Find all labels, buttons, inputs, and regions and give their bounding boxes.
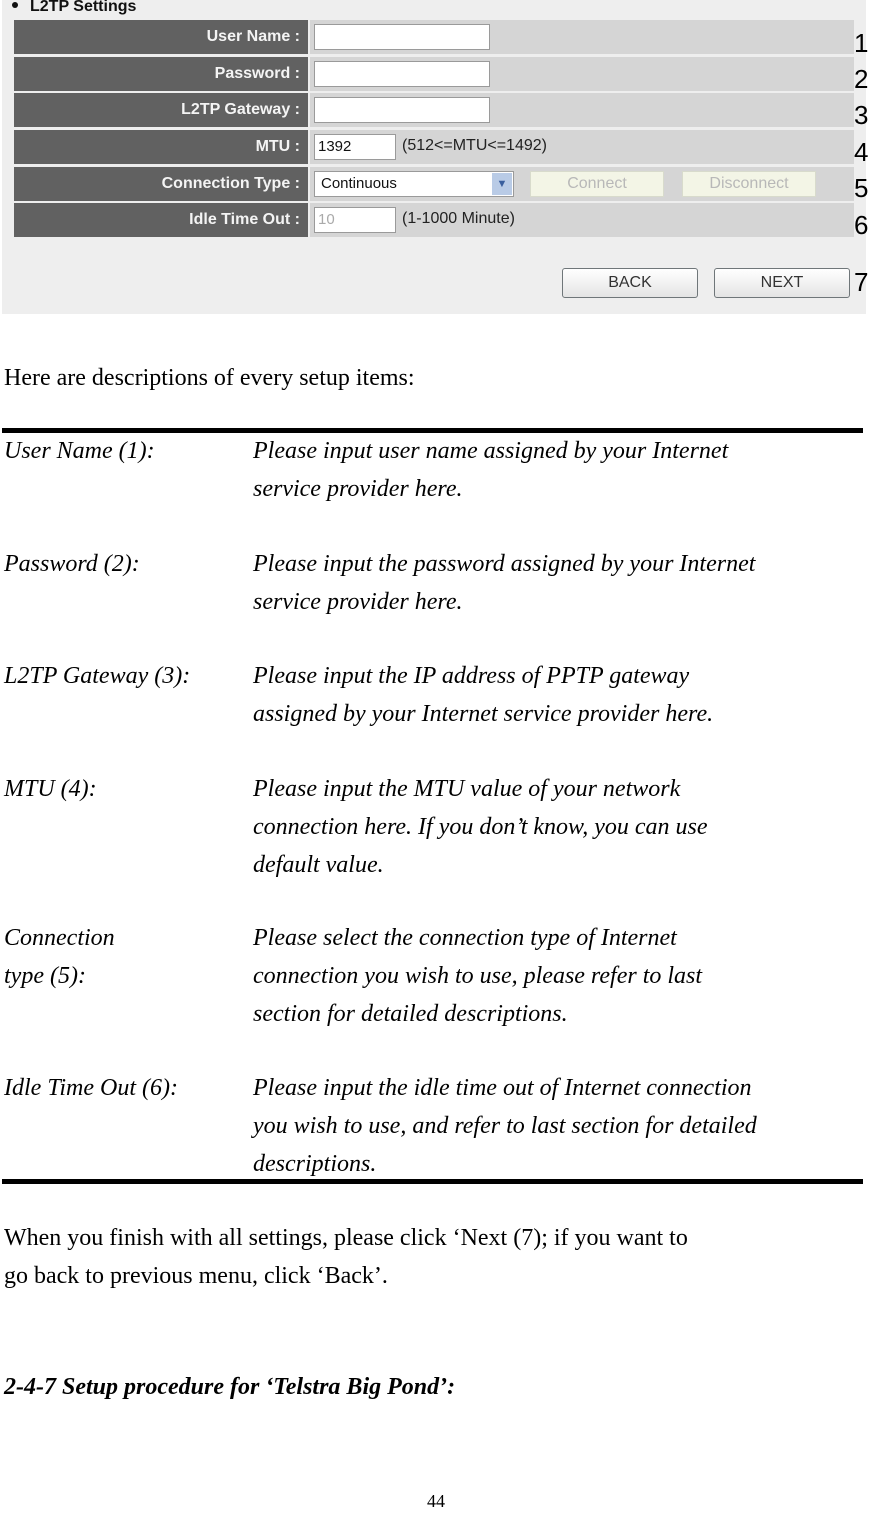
description-term: type (5):	[4, 963, 86, 989]
description-line: Please input the idle time out of Intern…	[253, 1075, 752, 1101]
description-line: assigned by your Internet service provid…	[253, 701, 714, 727]
closing-line: go back to previous menu, click ‘Back’.	[4, 1263, 388, 1289]
description-term: User Name (1):	[4, 438, 155, 464]
idle-time-out-input[interactable]: 10	[314, 207, 396, 233]
description-line: descriptions.	[253, 1151, 377, 1177]
description-line: Please select the connection type of Int…	[253, 925, 677, 951]
description-line: you wish to use, and refer to last secti…	[253, 1113, 757, 1139]
password-input[interactable]	[314, 61, 490, 87]
closing-text: When you finish with all settings, pleas…	[4, 1219, 688, 1295]
description-term: Password (2):	[4, 551, 140, 577]
description-line: connection here. If you don’t know, you …	[253, 814, 708, 840]
row-connection-type: Connection Type : Continuous ▼ Connect D…	[14, 167, 854, 201]
description-line: Please input the MTU value of your netwo…	[253, 776, 681, 802]
callout-marker: 3	[854, 100, 869, 130]
description-line: section for detailed descriptions.	[253, 1001, 568, 1027]
description-line: Please input the IP address of PPTP gate…	[253, 663, 690, 689]
description-term: MTU (4):	[4, 776, 97, 802]
connect-button[interactable]: Connect	[530, 171, 664, 197]
callout-marker: 6	[854, 210, 869, 240]
intro-text: Here are descriptions of every setup ite…	[4, 365, 415, 391]
row-idle-time-out: Idle Time Out : 10 (1-1000 Minute)	[14, 203, 854, 237]
description-line: service provider here.	[253, 589, 463, 615]
mtu-range-hint: (512<=MTU<=1492)	[402, 137, 547, 154]
l2tp-settings-screenshot: L2TP Settings User Name : Password : L2T…	[2, 0, 866, 314]
closing-line: When you finish with all settings, pleas…	[4, 1225, 688, 1251]
l2tp-settings-title: L2TP Settings	[12, 0, 136, 16]
idle-time-out-label: Idle Time Out :	[14, 203, 308, 237]
callout-marker: 2	[854, 64, 869, 94]
row-l2tp-gateway: L2TP Gateway :	[14, 93, 854, 127]
chevron-down-icon[interactable]: ▼	[492, 173, 512, 195]
l2tp-gateway-label: L2TP Gateway :	[14, 93, 308, 127]
bullet-icon	[12, 1, 18, 8]
description-line: default value.	[253, 852, 384, 878]
idle-time-out-hint: (1-1000 Minute)	[402, 210, 515, 227]
l2tp-gateway-input[interactable]	[314, 97, 490, 123]
row-mtu: MTU : 1392 (512<=MTU<=1492)	[14, 130, 854, 164]
description-line: Please input user name assigned by your …	[253, 438, 729, 464]
table-bottom-rule	[2, 1179, 863, 1184]
callout-marker: 4	[854, 137, 869, 167]
user-name-label: User Name :	[14, 20, 308, 54]
callout-marker: 5	[854, 173, 869, 203]
section-heading: 2-4-7 Setup procedure for ‘Telstra Big P…	[4, 1374, 456, 1400]
mtu-input[interactable]: 1392	[314, 134, 396, 160]
row-user-name: User Name :	[14, 20, 854, 54]
mtu-label: MTU :	[14, 130, 308, 164]
user-name-input[interactable]	[314, 24, 490, 50]
callout-marker: 7	[854, 267, 869, 297]
description-term: Connection	[4, 925, 115, 951]
description-line: service provider here.	[253, 476, 463, 502]
connection-type-label: Connection Type :	[14, 167, 308, 201]
connection-type-select[interactable]: Continuous ▼	[314, 171, 514, 197]
description-line: connection you wish to use, please refer…	[253, 963, 703, 989]
password-label: Password :	[14, 57, 308, 91]
disconnect-button[interactable]: Disconnect	[682, 171, 816, 197]
back-button[interactable]: BACK	[562, 268, 698, 298]
description-term: L2TP Gateway (3):	[4, 663, 191, 689]
next-button[interactable]: NEXT	[714, 268, 850, 298]
callout-marker: 1	[854, 28, 869, 58]
description-term: Idle Time Out (6):	[4, 1075, 178, 1101]
row-password: Password :	[14, 57, 854, 91]
page-number: 44	[427, 1491, 445, 1511]
description-line: Please input the password assigned by yo…	[253, 551, 756, 577]
